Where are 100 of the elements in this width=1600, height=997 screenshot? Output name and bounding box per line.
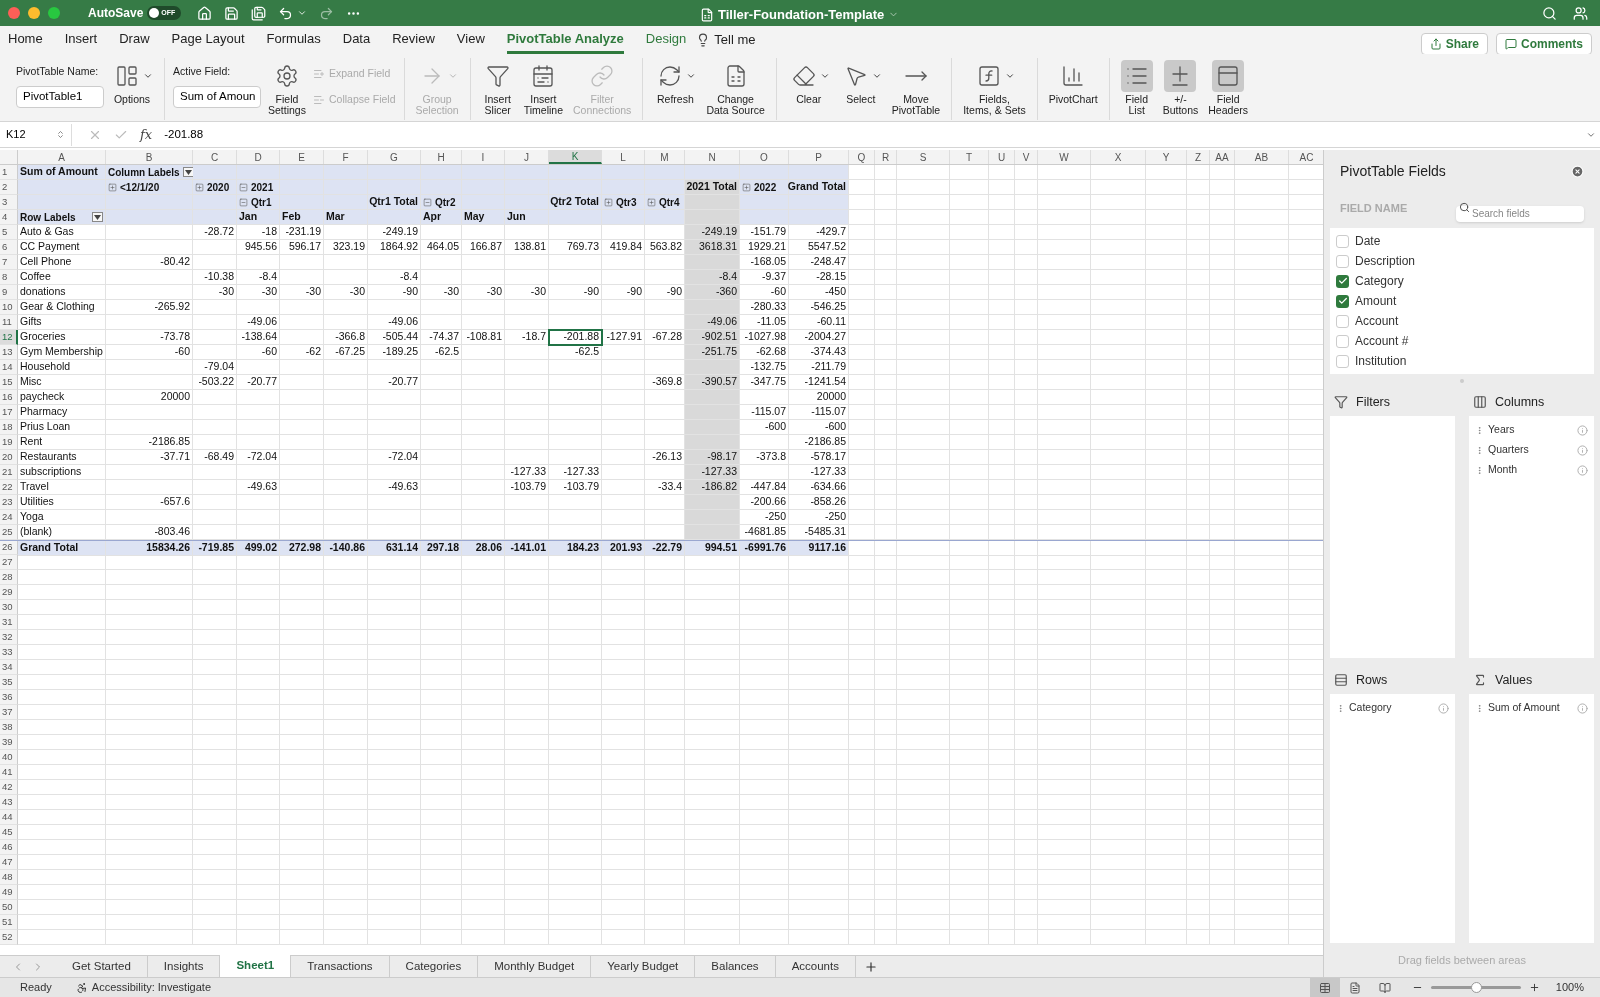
row-header[interactable]: 19 [0,435,18,450]
column-header[interactable]: G [368,150,421,164]
area-field[interactable]: Month [1469,460,1594,480]
maximize-window-icon[interactable] [48,7,60,19]
ribbon-tab[interactable]: Insert [64,26,98,54]
ribbon-tab[interactable]: Page Layout [171,26,245,54]
field-checkbox[interactable] [1336,294,1349,308]
ribbon-button[interactable]: Field List [1117,58,1156,120]
row-header[interactable]: 8 [0,270,18,285]
row-header[interactable]: 34 [0,660,18,675]
caret-icon[interactable] [297,8,308,18]
column-header[interactable]: I [462,150,505,164]
row-header[interactable]: 49 [0,885,18,900]
row-header[interactable]: 47 [0,855,18,870]
column-header[interactable]: V [1015,150,1038,164]
row-header[interactable]: 7 [0,255,18,270]
add-sheet-icon[interactable] [863,959,878,974]
undo-icon[interactable] [278,5,294,21]
row-header[interactable]: 43 [0,795,18,810]
row-header[interactable]: 4 [0,210,18,225]
row-header[interactable]: 15 [0,375,18,390]
row-header[interactable]: 41 [0,765,18,780]
comments-button[interactable]: Comments [1496,33,1592,55]
row-header[interactable]: 12 [0,330,18,345]
column-header[interactable]: W [1038,150,1091,164]
ribbon-tab[interactable]: Data [342,26,371,54]
field-checkbox[interactable] [1336,234,1349,248]
ribbon-button[interactable]: Field Headers [1205,58,1251,120]
field-checkbox[interactable] [1336,274,1349,288]
column-header[interactable]: C [193,150,237,164]
info-icon[interactable] [1577,444,1588,456]
column-header[interactable]: U [989,150,1015,164]
area-field[interactable]: Years [1469,420,1594,440]
collapse-icon[interactable] [423,197,432,207]
expand-icon[interactable] [108,182,117,192]
ribbon-button[interactable]: Insert Timeline [520,58,566,120]
name-field[interactable]: Sum of Amoun [173,85,261,108]
row-header[interactable]: 24 [0,510,18,525]
column-header[interactable]: K [549,150,602,164]
row-header[interactable]: 27 [0,555,18,570]
row-header[interactable]: 9 [0,285,18,300]
ribbon-button[interactable]: Clear [784,58,833,120]
collapse-icon[interactable] [239,197,248,207]
column-header[interactable]: F [324,150,368,164]
info-icon[interactable] [1438,702,1449,714]
column-header[interactable]: B [106,150,193,164]
row-header[interactable]: 13 [0,345,18,360]
formula-field[interactable]: -201.88 [164,125,204,144]
filter-dropdown-button[interactable] [92,212,103,222]
share-button[interactable]: Share [1420,33,1488,55]
row-header[interactable]: 45 [0,825,18,840]
ribbon-button[interactable]: Move PivotTable [888,58,944,120]
row-header[interactable]: 42 [0,780,18,795]
people-icon[interactable] [1573,5,1588,21]
field-checkbox[interactable] [1336,314,1349,328]
column-header[interactable]: R [875,150,897,164]
close-icon[interactable] [1571,164,1584,178]
zoom-in-icon[interactable] [1528,982,1540,993]
row-header[interactable]: 16 [0,390,18,405]
column-header[interactable]: H [421,150,462,164]
column-header[interactable]: S [897,150,950,164]
zoom-level[interactable]: 100% [1555,979,1584,996]
ribbon-tab[interactable]: Home [8,26,43,54]
ribbon-tab[interactable]: Formulas [266,26,321,54]
area-field[interactable]: Category [1330,698,1455,718]
save-as-icon[interactable] [251,5,267,21]
row-header[interactable]: 23 [0,495,18,510]
accessibility-status[interactable]: Accessibility: Investigate [91,979,211,996]
row-header[interactable]: 3 [0,195,18,210]
row-header[interactable]: 36 [0,690,18,705]
area-field[interactable]: Quarters [1469,440,1594,460]
column-header[interactable]: O [740,150,789,164]
row-header[interactable]: 37 [0,705,18,720]
column-header[interactable]: T [950,150,989,164]
drop-area[interactable]: Sum of Amount [1469,694,1594,943]
area-field[interactable]: Sum of Amount [1469,698,1594,718]
row-header[interactable]: 46 [0,840,18,855]
ribbon-button[interactable]: PivotChart [1045,58,1101,120]
ribbon-button[interactable]: Insert Slicer [478,58,517,120]
row-header[interactable]: 17 [0,405,18,420]
row-header[interactable]: 44 [0,810,18,825]
expand-icon[interactable] [742,182,751,192]
expand-icon[interactable] [195,182,204,192]
row-header[interactable]: 29 [0,585,18,600]
column-header[interactable]: L [602,150,645,164]
row-header[interactable]: 30 [0,600,18,615]
row-header[interactable]: 25 [0,525,18,540]
row-header[interactable]: 22 [0,480,18,495]
sheet-tab[interactable]: Sheet1 [220,955,292,977]
ribbon-tab[interactable]: Review [392,26,435,54]
ribbon-button[interactable]: +/- Buttons [1159,58,1202,120]
field-checkbox[interactable] [1336,254,1349,268]
home-icon[interactable] [197,5,213,21]
ribbon-button[interactable]: Field Settings [265,58,309,120]
name-field[interactable]: PivotTable1 [16,85,104,108]
drop-area[interactable]: Category [1330,694,1455,943]
info-icon[interactable] [1577,702,1588,714]
row-header[interactable]: 18 [0,420,18,435]
row-header[interactable]: 14 [0,360,18,375]
row-header[interactable]: 6 [0,240,18,255]
